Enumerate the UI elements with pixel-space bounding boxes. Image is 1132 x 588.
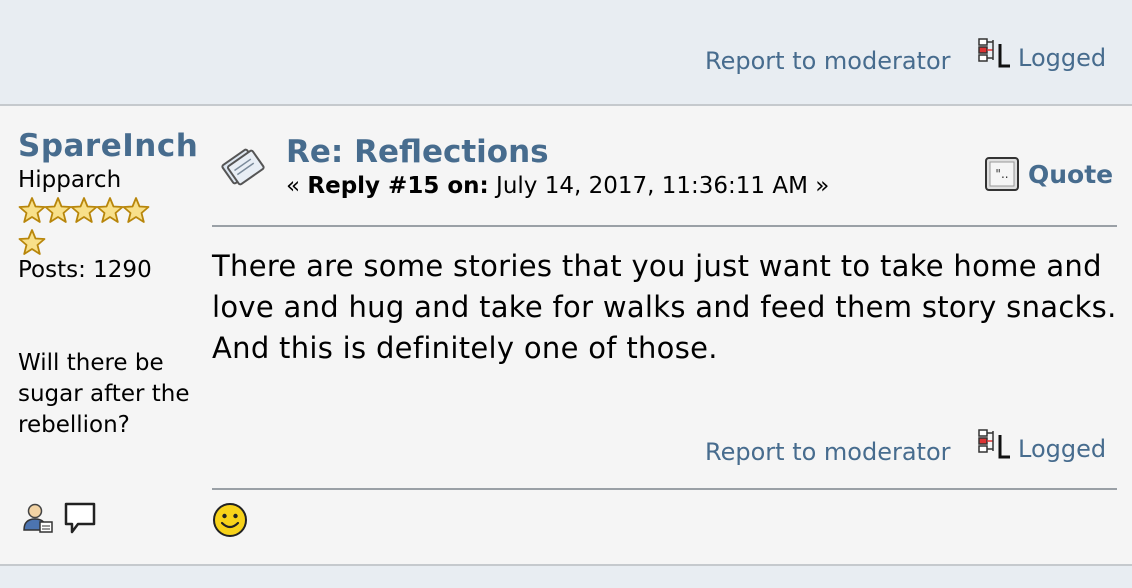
logged-label: Logged [1018,435,1107,463]
quote-button[interactable]: ".. Quote [984,156,1113,192]
logged-label-top: Logged [1018,44,1107,72]
report-to-moderator-link-top[interactable]: Report to moderator [705,47,951,75]
report-to-moderator-link[interactable]: Report to moderator [705,438,951,466]
poster-name-link[interactable]: SpareInch [18,128,198,164]
logged-indicator: Logged [976,427,1106,463]
quote-label[interactable]: Quote [1028,160,1113,189]
reply-prefix: « [286,173,308,199]
post-body: There are some stories that you just wan… [212,249,1117,365]
footer-divider [212,488,1117,490]
next-post-header [0,564,1132,588]
reply-meta: « Reply #15 on: July 14, 2017, 11:36:11 … [286,173,829,199]
ip-logged-icon [978,38,1010,68]
poster-signature: Will there be sugar after the rebellion? [18,350,190,438]
send-message-icon[interactable] [62,500,98,536]
previous-post-footer: Report to moderator Logged [0,0,1132,106]
rank-star-icon [44,197,72,223]
view-profile-icon[interactable] [20,500,56,536]
header-divider [212,225,1117,227]
reply-number: Reply #15 on: [307,173,489,199]
quote-icon[interactable]: ".. [984,156,1020,192]
svg-text:"..: ".. [995,167,1008,181]
post-subject-link[interactable]: Re: Reflections [286,134,549,170]
post-xx-icon [221,148,265,186]
rank-star-icon [18,197,46,223]
smiley-icon [213,503,247,537]
profile-icons [20,500,98,536]
ip-logged-icon [978,429,1010,459]
rank-star-icon [70,197,98,223]
reply-date: July 14, 2017, 11:36:11 AM » [488,173,830,199]
rank-star-icon [122,197,150,223]
rank-star-icon [96,197,124,223]
poster-rank: Hipparch [18,167,122,193]
logged-indicator-top: Logged [976,36,1106,72]
post-count: Posts: 1290 [18,257,152,283]
rank-star-icon [18,229,46,255]
rank-stars [18,196,168,260]
